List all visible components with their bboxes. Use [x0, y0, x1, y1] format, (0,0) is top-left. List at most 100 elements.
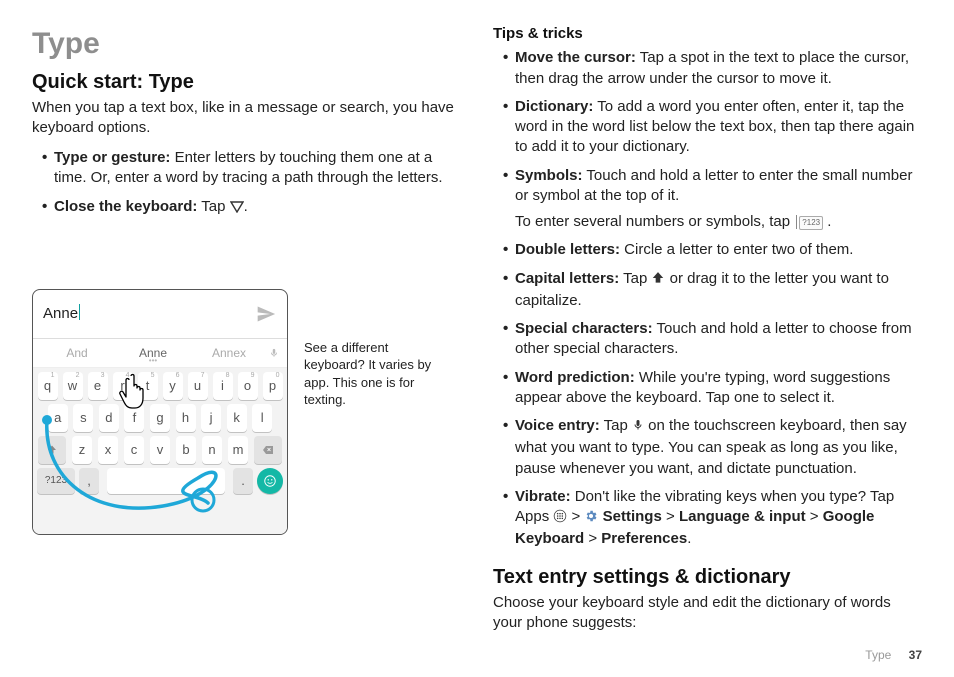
suggestion-3: Annex [191, 345, 267, 361]
bullet-bold: Close the keyboard: [54, 198, 197, 215]
tip-symbols-extra: To enter several numbers or symbols, tap… [515, 212, 922, 232]
tip-bold: Symbols: [515, 167, 583, 184]
tip-bold: Voice entry: [515, 417, 600, 434]
mic-icon [267, 346, 281, 360]
key-q: q1 [38, 372, 58, 400]
suggestion-row: And Anne Annex [33, 339, 287, 368]
tip-move-cursor: Move the cursor: Tap a spot in the text … [503, 48, 922, 89]
key-g: g [150, 404, 170, 432]
key-e: e3 [88, 372, 108, 400]
tip-bold: Word prediction: [515, 369, 635, 386]
tip-double-letters: Double letters: Circle a letter to enter… [503, 240, 922, 260]
tip-capital-letters: Capital letters: Tap or drag it to the l… [503, 269, 922, 312]
key-j: j [201, 404, 221, 432]
key-f: f [124, 404, 144, 432]
keyboard-figure: Anne And Anne Annex q1w2e3r4t5y6u7i8o9p0 [32, 289, 288, 535]
key-w: w2 [63, 372, 83, 400]
tips-list: Move the cursor: Tap a spot in the text … [493, 48, 922, 549]
text-entry-body: Choose your keyboard style and edit the … [493, 593, 922, 634]
period-key: . [233, 468, 253, 494]
suggestion-2: Anne [115, 345, 191, 361]
gear-icon [584, 509, 598, 529]
tip-bold: Capital letters: [515, 270, 619, 287]
right-column: Tips & tricks Move the cursor: Tap a spo… [493, 24, 922, 653]
tip-bold: Double letters: [515, 241, 620, 258]
message-input-bar: Anne [33, 290, 287, 339]
mic-icon [632, 418, 644, 438]
path-settings: Settings [603, 508, 662, 525]
tip-bold: Move the cursor: [515, 49, 636, 66]
path-preferences: Preferences [601, 530, 687, 547]
text-entry-heading: Text entry settings & dictionary [493, 564, 922, 591]
key-h: h [176, 404, 196, 432]
keyboard-figure-wrap: Anne And Anne Annex q1w2e3r4t5y6u7i8o9p0 [32, 289, 461, 535]
quick-start-bullets: Type or gesture: Enter letters by touchi… [32, 148, 461, 219]
quick-start-heading: Quick start: Type [32, 69, 461, 96]
text-cursor [79, 304, 80, 320]
left-column: Type Quick start: Type When you tap a te… [32, 24, 461, 653]
footer-page-number: 37 [909, 648, 922, 662]
key-p: p0 [263, 372, 283, 400]
apps-icon [553, 509, 567, 529]
key-l: l [252, 404, 272, 432]
keycap-123: ?123 [799, 216, 823, 230]
suggestion-1: And [39, 345, 115, 361]
tip-extra-after: . [823, 213, 831, 230]
page-footer: Type 37 [865, 647, 922, 663]
key-z: z [72, 436, 92, 464]
tip-voice-entry: Voice entry: Tap on the touchscreen keyb… [503, 416, 922, 479]
key-x: x [98, 436, 118, 464]
comma-key: , [79, 468, 99, 494]
tip-bold: Dictionary: [515, 98, 593, 115]
pipe-icon [796, 215, 797, 229]
tip-vibrate: Vibrate: Don't like the vibrating keys w… [503, 487, 922, 550]
key-y: y6 [163, 372, 183, 400]
key-t: t5 [138, 372, 158, 400]
key-v: v [150, 436, 170, 464]
nav-down-icon [230, 199, 244, 219]
key-o: o9 [238, 372, 258, 400]
figure-caption: See a different keyboard? It varies by a… [304, 339, 444, 409]
symbols-key: ?123 [37, 468, 75, 494]
key-r: r4 [113, 372, 133, 400]
send-icon [255, 304, 277, 324]
key-a: a [48, 404, 68, 432]
bullet-bold: Type or gesture: [54, 149, 170, 166]
tip-text-pre: Tap [600, 417, 632, 434]
manual-page: Type Quick start: Type When you tap a te… [0, 0, 954, 677]
key-n: n [202, 436, 222, 464]
space-key [107, 468, 225, 494]
bullet-text: Tap [197, 198, 229, 215]
key-c: c [124, 436, 144, 464]
emoji-key [257, 468, 283, 494]
tip-dictionary: Dictionary: To add a word you enter ofte… [503, 97, 922, 158]
tips-heading: Tips & tricks [493, 24, 922, 44]
key-b: b [176, 436, 196, 464]
key-s: s [73, 404, 93, 432]
bullet-close-keyboard: Close the keyboard: Tap . [42, 197, 461, 219]
key-k: k [227, 404, 247, 432]
tip-symbols: Symbols: Touch and hold a letter to ente… [503, 166, 922, 233]
bullet-type-or-gesture: Type or gesture: Enter letters by touchi… [42, 148, 461, 189]
tip-bold: Special characters: [515, 320, 653, 337]
key-d: d [99, 404, 119, 432]
onscreen-keyboard: q1w2e3r4t5y6u7i8o9p0 asdfghjkl zxcvbnm ?… [33, 368, 287, 535]
tip-text-pre: Tap [619, 270, 651, 287]
tip-extra-text: To enter several numbers or symbols, tap [515, 213, 794, 230]
quick-start-body: When you tap a text box, like in a messa… [32, 98, 461, 139]
tip-text: Circle a letter to enter two of them. [620, 241, 853, 258]
backspace-key [254, 436, 282, 464]
tip-word-prediction: Word prediction: While you're typing, wo… [503, 368, 922, 409]
typed-text: Anne [43, 305, 78, 322]
message-text: Anne [43, 304, 255, 324]
key-i: i8 [213, 372, 233, 400]
key-m: m [228, 436, 248, 464]
shift-icon [651, 271, 665, 291]
tip-bold: Vibrate: [515, 488, 571, 505]
path-language-input: Language & input [679, 508, 806, 525]
tip-special-characters: Special characters: Touch and hold a let… [503, 319, 922, 360]
page-title: Type [32, 24, 461, 65]
shift-key [38, 436, 66, 464]
footer-section: Type [865, 648, 891, 662]
key-u: u7 [188, 372, 208, 400]
